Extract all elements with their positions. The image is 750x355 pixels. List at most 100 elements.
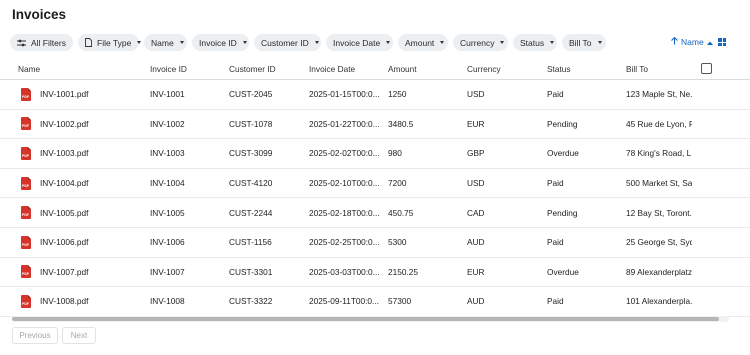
filter-amount[interactable]: Amount — [398, 34, 448, 51]
file-name[interactable]: INV-1004.pdf — [40, 178, 88, 188]
filter-bar: All Filters File Type Name Invoice ID Cu… — [10, 34, 606, 51]
file-icon — [85, 38, 92, 47]
filter-invoice-id-label: Invoice ID — [199, 37, 237, 48]
customer-id-cell: CUST-3099 — [229, 148, 273, 159]
status-cell: Paid — [547, 237, 564, 248]
customer-id-cell: CUST-1078 — [229, 118, 273, 129]
next-page-button[interactable]: Next — [62, 327, 96, 344]
column-header-currency[interactable]: Currency — [467, 58, 542, 79]
customer-id-cell: CUST-1156 — [229, 237, 272, 248]
file-name[interactable]: INV-1001.pdf — [40, 89, 88, 99]
column-header-customer-id[interactable]: Customer ID — [229, 58, 305, 79]
customer-id-cell: CUST-3301 — [229, 266, 273, 277]
pdf-file-icon: PDF — [21, 235, 31, 249]
filter-sliders-icon — [17, 39, 26, 47]
amount-cell: 57300 — [388, 296, 412, 307]
scrollbar-thumb[interactable] — [12, 317, 719, 321]
filter-bill-to[interactable]: Bill To — [562, 34, 606, 51]
chevron-down-icon — [550, 41, 555, 44]
amount-cell: 1250 — [388, 89, 407, 100]
bill-to-cell: 25 George St, Syd... — [626, 237, 692, 248]
all-filters-button[interactable]: All Filters — [10, 34, 73, 51]
table-row[interactable]: PDF INV-1004.pdf INV-1004 CUST-4120 2025-… — [0, 169, 750, 199]
currency-cell: EUR — [467, 266, 485, 277]
file-name[interactable]: INV-1007.pdf — [40, 267, 88, 277]
page-title: Invoices — [12, 7, 67, 22]
customer-id-cell: CUST-2045 — [229, 89, 273, 100]
pdf-file-icon: PDF — [21, 294, 31, 308]
invoice-id-cell: INV-1007 — [150, 266, 185, 277]
column-header-amount[interactable]: Amount — [388, 58, 463, 79]
arrow-up-icon — [671, 37, 678, 47]
invoice-date-cell: 2025-02-10T00:0... — [309, 178, 379, 189]
bill-to-cell: 123 Maple St, Ne... — [626, 89, 692, 100]
chevron-down-icon — [386, 41, 391, 44]
status-cell: Overdue — [547, 148, 579, 159]
amount-cell: 980 — [388, 148, 402, 159]
status-cell: Paid — [547, 296, 564, 307]
bill-to-cell: 500 Market St, Sa... — [626, 178, 692, 189]
invoice-id-cell: INV-1008 — [150, 296, 185, 307]
filter-customer-id[interactable]: Customer ID — [254, 34, 321, 51]
filter-invoice-id[interactable]: Invoice ID — [192, 34, 249, 51]
file-name[interactable]: INV-1003.pdf — [40, 148, 88, 158]
file-name[interactable]: INV-1008.pdf — [40, 296, 88, 306]
filter-invoice-date[interactable]: Invoice Date — [326, 34, 393, 51]
pdf-file-icon: PDF — [21, 265, 31, 279]
filter-bill-to-label: Bill To — [569, 37, 592, 48]
invoice-date-cell: 2025-02-25T00:0... — [309, 237, 379, 248]
currency-cell: AUD — [467, 296, 485, 307]
grid-view-icon[interactable] — [718, 38, 726, 46]
customer-id-cell: CUST-3322 — [229, 296, 273, 307]
bill-to-cell: 78 King's Road, L... — [626, 148, 692, 159]
invoice-id-cell: INV-1001 — [150, 89, 185, 100]
invoice-id-cell: INV-1002 — [150, 118, 185, 129]
invoice-id-cell: INV-1005 — [150, 207, 185, 218]
pdf-file-icon: PDF — [21, 117, 31, 131]
sort-label: Name — [681, 37, 704, 47]
table-row[interactable]: PDF INV-1002.pdf INV-1002 CUST-1078 2025-… — [0, 110, 750, 140]
invoice-date-cell: 2025-01-15T00:0... — [309, 89, 379, 100]
status-cell: Pending — [547, 118, 578, 129]
customer-id-cell: CUST-2244 — [229, 207, 273, 218]
filter-name[interactable]: Name — [144, 34, 187, 51]
chevron-down-icon — [137, 41, 142, 44]
currency-cell: AUD — [467, 237, 485, 248]
filter-currency[interactable]: Currency — [453, 34, 508, 51]
invoice-id-cell: INV-1006 — [150, 237, 185, 248]
bill-to-cell: 12 Bay St, Toront... — [626, 207, 692, 218]
filter-status[interactable]: Status — [513, 34, 557, 51]
sort-control[interactable]: Name — [671, 37, 713, 47]
table-row[interactable]: PDF INV-1007.pdf INV-1007 CUST-3301 2025-… — [0, 258, 750, 288]
horizontal-scrollbar[interactable] — [12, 316, 729, 322]
invoice-id-cell: INV-1004 — [150, 178, 185, 189]
pagination: Previous Next — [12, 327, 96, 344]
file-name[interactable]: INV-1005.pdf — [40, 208, 88, 218]
table-row[interactable]: PDF INV-1008.pdf INV-1008 CUST-3322 2025-… — [0, 287, 750, 317]
table-row[interactable]: PDF INV-1001.pdf INV-1001 CUST-2045 2025-… — [0, 80, 750, 110]
currency-cell: CAD — [467, 207, 485, 218]
table-row[interactable]: PDF INV-1003.pdf INV-1003 CUST-3099 2025-… — [0, 139, 750, 169]
status-cell: Paid — [547, 178, 564, 189]
chevron-down-icon — [597, 41, 602, 44]
chevron-down-icon — [314, 41, 319, 44]
column-header-status[interactable]: Status — [547, 58, 622, 79]
invoice-date-cell: 2025-03-03T00:0... — [309, 266, 379, 277]
invoice-date-cell: 2025-02-02T00:0... — [309, 148, 379, 159]
column-header-bill-to[interactable]: Bill To — [626, 58, 692, 79]
currency-cell: USD — [467, 89, 485, 100]
column-header-invoice-date[interactable]: Invoice Date — [309, 58, 379, 79]
select-all-checkbox[interactable] — [701, 63, 712, 74]
column-header-invoice-id[interactable]: Invoice ID — [150, 58, 225, 79]
filter-currency-label: Currency — [460, 37, 495, 48]
column-header-name[interactable]: Name — [18, 58, 138, 79]
bill-to-cell: 45 Rue de Lyon, P... — [626, 118, 692, 129]
amount-cell: 3480.5 — [388, 118, 414, 129]
file-name[interactable]: INV-1002.pdf — [40, 119, 88, 129]
previous-page-button[interactable]: Previous — [12, 327, 58, 344]
table-row[interactable]: PDF INV-1006.pdf INV-1006 CUST-1156 2025-… — [0, 228, 750, 258]
invoice-date-cell: 2025-09-11T00:0... — [309, 296, 379, 307]
filter-file-type[interactable]: File Type — [78, 34, 142, 51]
file-name[interactable]: INV-1006.pdf — [40, 237, 88, 247]
table-row[interactable]: PDF INV-1005.pdf INV-1005 CUST-2244 2025-… — [0, 198, 750, 228]
